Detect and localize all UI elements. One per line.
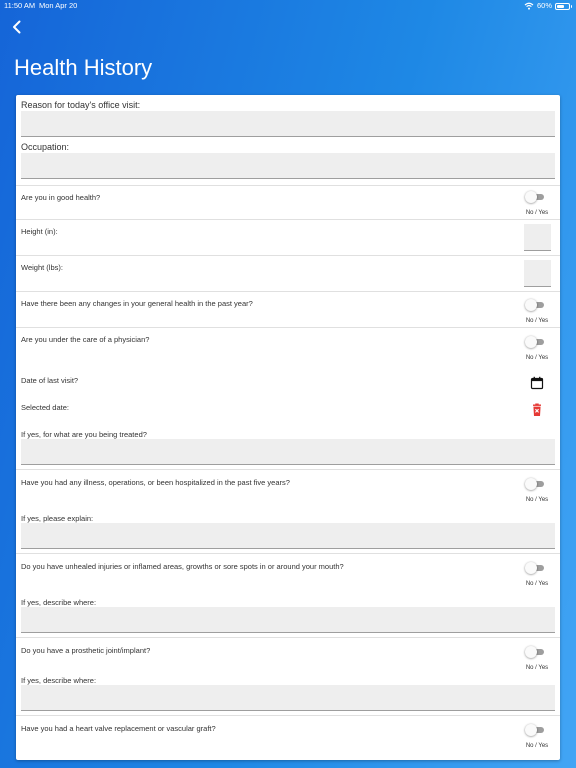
injuries-where-label: If yes, describe where: (21, 598, 97, 607)
injuries-where-input[interactable] (21, 607, 555, 633)
status-bar: 11:50 AM Mon Apr 20 60% (0, 0, 576, 12)
toggle-caption: No / Yes (525, 318, 549, 324)
status-time: 11:50 AM (4, 1, 36, 10)
chevron-left-icon (13, 20, 21, 34)
page-title: Health History (14, 55, 153, 80)
illness-toggle[interactable] (525, 478, 547, 490)
injuries-toggle[interactable] (525, 562, 547, 574)
occupation-label: Occupation: (21, 142, 70, 152)
toggle-caption: No / Yes (525, 743, 549, 749)
toggle-caption: No / Yes (525, 497, 549, 503)
divider (16, 637, 560, 638)
prosthetic-label: Do you have a prosthetic joint/implant? (21, 646, 151, 655)
last-visit-label: Date of last visit? (21, 376, 79, 385)
health-changes-label: Have there been any changes in your gene… (21, 299, 253, 308)
reason-input[interactable] (21, 111, 555, 137)
height-label: Height (in): (21, 227, 58, 236)
divider (16, 553, 560, 554)
divider (16, 185, 560, 186)
divider (16, 327, 560, 328)
delete-icon[interactable] (530, 403, 544, 417)
reason-label: Reason for today's office visit: (21, 100, 141, 110)
injuries-label: Do you have unhealed injuries or inflame… (21, 562, 344, 571)
divider (16, 291, 560, 292)
illness-label: Have you had any illness, operations, or… (21, 478, 290, 487)
battery-icon (555, 2, 572, 10)
back-button[interactable] (8, 18, 26, 36)
divider (16, 469, 560, 470)
calendar-icon[interactable] (530, 376, 544, 390)
divider (16, 715, 560, 716)
heart-valve-label: Have you had a heart valve replacement o… (21, 724, 216, 733)
health-history-form: Reason for today's office visit: Occupat… (16, 95, 560, 760)
wifi-icon (524, 2, 534, 10)
divider (16, 219, 560, 220)
toggle-caption: No / Yes (525, 581, 549, 587)
weight-input[interactable] (524, 260, 551, 287)
good-health-label: Are you in good health? (21, 193, 101, 202)
treated-for-label: If yes, for what are you being treated? (21, 430, 147, 439)
prosthetic-where-label: If yes, describe where: (21, 676, 97, 685)
good-health-toggle[interactable] (525, 191, 547, 203)
toggle-caption: No / Yes (525, 665, 549, 671)
prosthetic-toggle[interactable] (525, 646, 547, 658)
battery-percent: 60% (536, 1, 552, 10)
occupation-input[interactable] (21, 153, 555, 179)
status-date: Mon Apr 20 (39, 1, 78, 10)
selected-date-label: Selected date: (21, 403, 69, 412)
prosthetic-where-input[interactable] (21, 685, 555, 711)
toggle-caption: No / Yes (525, 210, 549, 216)
toggle-caption: No / Yes (525, 355, 549, 361)
illness-explain-label: If yes, please explain: (21, 514, 94, 523)
illness-explain-input[interactable] (21, 523, 555, 549)
battery-fill (557, 4, 564, 8)
heart-valve-toggle[interactable] (525, 724, 547, 736)
physician-care-label: Are you under the care of a physician? (21, 335, 150, 344)
divider (16, 255, 560, 256)
physician-care-toggle[interactable] (525, 336, 547, 348)
height-input[interactable] (524, 224, 551, 251)
weight-label: Weight (lbs): (21, 263, 63, 272)
treated-for-input[interactable] (21, 439, 555, 465)
status-right: 60% (524, 0, 572, 12)
health-changes-toggle[interactable] (525, 299, 547, 311)
